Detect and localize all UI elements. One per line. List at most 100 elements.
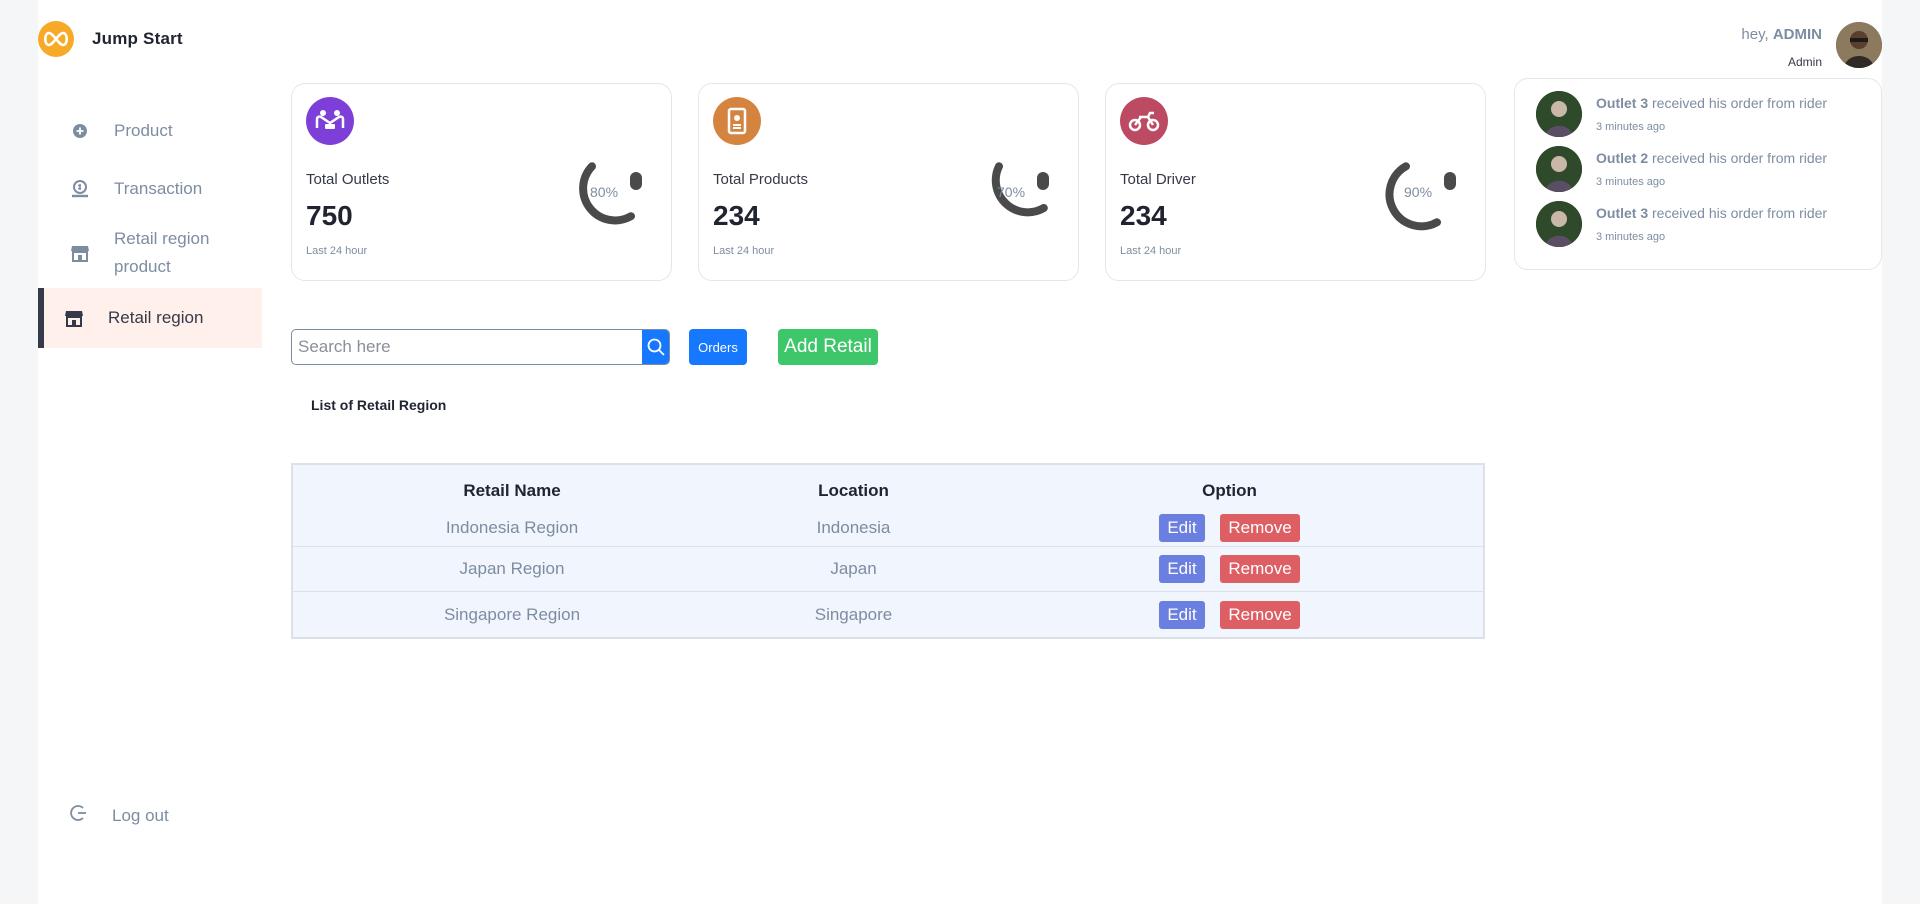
stat-card-drivers: Total Driver 234 Last 24 hour 90% bbox=[1105, 83, 1486, 281]
sidebar-item-label: Retail region bbox=[108, 308, 204, 327]
option-cell: Edit Remove bbox=[976, 600, 1483, 629]
app-container: Jump Start Product Transaction Retail re… bbox=[38, 0, 1882, 904]
table-row: Singapore Region Singapore Edit Remove bbox=[293, 592, 1483, 637]
money-hand-icon bbox=[70, 179, 90, 199]
gauge-handle bbox=[1444, 172, 1456, 190]
orders-button[interactable]: Orders bbox=[689, 329, 747, 365]
update-body: Outlet 2 received his order from rider 3… bbox=[1596, 150, 1827, 188]
location-cell: Singapore bbox=[814, 604, 893, 624]
gauge-percent: 80% bbox=[590, 184, 619, 200]
plus-circle-icon bbox=[70, 121, 90, 141]
motorcycle-icon bbox=[1120, 97, 1168, 145]
sidebar-nav: Product Transaction Retail region produc… bbox=[38, 102, 262, 348]
add-retail-button[interactable]: Add Retail bbox=[778, 329, 878, 365]
edit-button[interactable]: Edit bbox=[1159, 600, 1205, 629]
infinity-logo-icon bbox=[38, 21, 74, 57]
table-header-row: Retail Name Location Option bbox=[293, 465, 1483, 509]
column-header: Option bbox=[1202, 481, 1257, 500]
gauge-percent: 90% bbox=[1404, 184, 1433, 200]
retail-name-cell: Singapore Region bbox=[443, 604, 581, 624]
search-box bbox=[291, 329, 670, 365]
edit-button[interactable]: Edit bbox=[1159, 555, 1205, 583]
sidebar-item-label: Retail region product bbox=[114, 229, 210, 276]
avatar bbox=[1536, 201, 1582, 247]
greeting-text: hey, bbox=[1741, 26, 1773, 43]
card-value: 234 bbox=[1120, 200, 1167, 231]
location-cell: Japan bbox=[830, 559, 877, 578]
logout-icon bbox=[70, 804, 88, 827]
update-body: Outlet 3 received his order from rider 3… bbox=[1596, 95, 1827, 133]
retail-region-table: Retail Name Location Option Indonesia Re… bbox=[291, 463, 1485, 639]
list-title: List of Retail Region bbox=[311, 397, 447, 413]
update-body: Outlet 3 received his order from rider 3… bbox=[1596, 205, 1827, 243]
profile-greeting: hey, ADMIN bbox=[1741, 26, 1822, 43]
sidebar-item-transaction[interactable]: Transaction bbox=[38, 160, 262, 218]
update-outlet-name: Outlet 3 bbox=[1596, 205, 1649, 221]
card-subtitle: Last 24 hour bbox=[1120, 245, 1182, 257]
phone-icon bbox=[713, 97, 761, 145]
update-time: 3 minutes ago bbox=[1596, 176, 1666, 188]
update-item[interactable]: Outlet 3 received his order from rider 3… bbox=[1536, 91, 1881, 146]
update-time: 3 minutes ago bbox=[1596, 121, 1666, 133]
update-outlet-name: Outlet 2 bbox=[1596, 150, 1649, 166]
sidebar-item-label: Product bbox=[114, 121, 173, 140]
progress-gauge: 90% bbox=[1374, 154, 1474, 234]
recent-updates-panel: Outlet 3 received his order from rider 3… bbox=[1514, 78, 1882, 270]
profile[interactable]: hey, ADMIN Admin bbox=[1741, 22, 1882, 69]
stat-card-products: Total Products 234 Last 24 hour 70% bbox=[698, 83, 1079, 281]
avatar[interactable] bbox=[1836, 22, 1882, 68]
profile-role: Admin bbox=[1787, 55, 1822, 69]
gauge-handle bbox=[1037, 172, 1049, 190]
store-icon bbox=[70, 243, 90, 263]
card-title: Total Driver bbox=[1120, 171, 1196, 188]
profile-username: ADMIN bbox=[1772, 26, 1822, 43]
card-subtitle: Last 24 hour bbox=[713, 245, 775, 257]
logout-label: Log out bbox=[112, 805, 169, 825]
stat-card-outlets: Total Outlets 750 Last 24 hour 80% bbox=[291, 83, 672, 281]
search-input[interactable] bbox=[292, 330, 642, 364]
profile-info: hey, ADMIN Admin bbox=[1741, 22, 1822, 69]
card-subtitle: Last 24 hour bbox=[306, 245, 368, 257]
remove-button[interactable]: Remove bbox=[1220, 555, 1300, 583]
stat-cards: Total Outlets 750 Last 24 hour 80% Total… bbox=[291, 83, 1486, 281]
update-message: received his order from rider bbox=[1648, 205, 1828, 221]
logout-button[interactable]: Log out bbox=[70, 804, 169, 827]
sidebar-item-retail-region-product[interactable]: Retail region product bbox=[38, 218, 262, 288]
option-cell: Edit Remove bbox=[976, 513, 1483, 542]
card-value: 234 bbox=[713, 200, 760, 231]
sidebar-item-label: Transaction bbox=[114, 179, 203, 198]
update-time: 3 minutes ago bbox=[1596, 231, 1666, 243]
remove-button[interactable]: Remove bbox=[1220, 513, 1300, 542]
edit-button[interactable]: Edit bbox=[1159, 513, 1205, 542]
table-row: Japan Region Japan Edit Remove bbox=[293, 547, 1483, 592]
search-icon bbox=[647, 338, 665, 356]
gauge-handle bbox=[630, 172, 642, 190]
update-text: Outlet 3 received his order from rider bbox=[1596, 95, 1827, 111]
retail-name-cell: Indonesia Region bbox=[445, 517, 579, 537]
update-item[interactable]: Outlet 3 received his order from rider 3… bbox=[1536, 201, 1881, 256]
column-header: Retail Name bbox=[463, 481, 561, 500]
update-item[interactable]: Outlet 2 received his order from rider 3… bbox=[1536, 146, 1881, 201]
sidebar-item-retail-region[interactable]: Retail region bbox=[38, 288, 262, 348]
update-text: Outlet 3 received his order from rider bbox=[1596, 205, 1827, 221]
sidebar-item-product[interactable]: Product bbox=[38, 102, 262, 160]
store-icon bbox=[64, 308, 84, 328]
option-cell: Edit Remove bbox=[976, 555, 1483, 583]
location-cell: Indonesia bbox=[816, 517, 891, 537]
column-header: Location bbox=[818, 481, 889, 500]
update-outlet-name: Outlet 3 bbox=[1596, 95, 1649, 111]
update-text: Outlet 2 received his order from rider bbox=[1596, 150, 1827, 166]
card-title: Total Outlets bbox=[306, 171, 390, 188]
card-value: 750 bbox=[306, 200, 353, 231]
remove-button[interactable]: Remove bbox=[1220, 600, 1300, 629]
gauge-percent: 70% bbox=[997, 184, 1026, 200]
search-button[interactable] bbox=[642, 330, 669, 364]
brand-name: Jump Start bbox=[92, 29, 183, 48]
card-title: Total Products bbox=[713, 171, 809, 188]
brand-logo[interactable]: Jump Start bbox=[38, 21, 183, 57]
progress-gauge: 80% bbox=[560, 154, 660, 234]
retail-name-cell: Japan Region bbox=[459, 559, 565, 578]
avatar bbox=[1536, 91, 1582, 137]
progress-gauge: 70% bbox=[967, 154, 1067, 234]
update-message: received his order from rider bbox=[1648, 95, 1828, 111]
